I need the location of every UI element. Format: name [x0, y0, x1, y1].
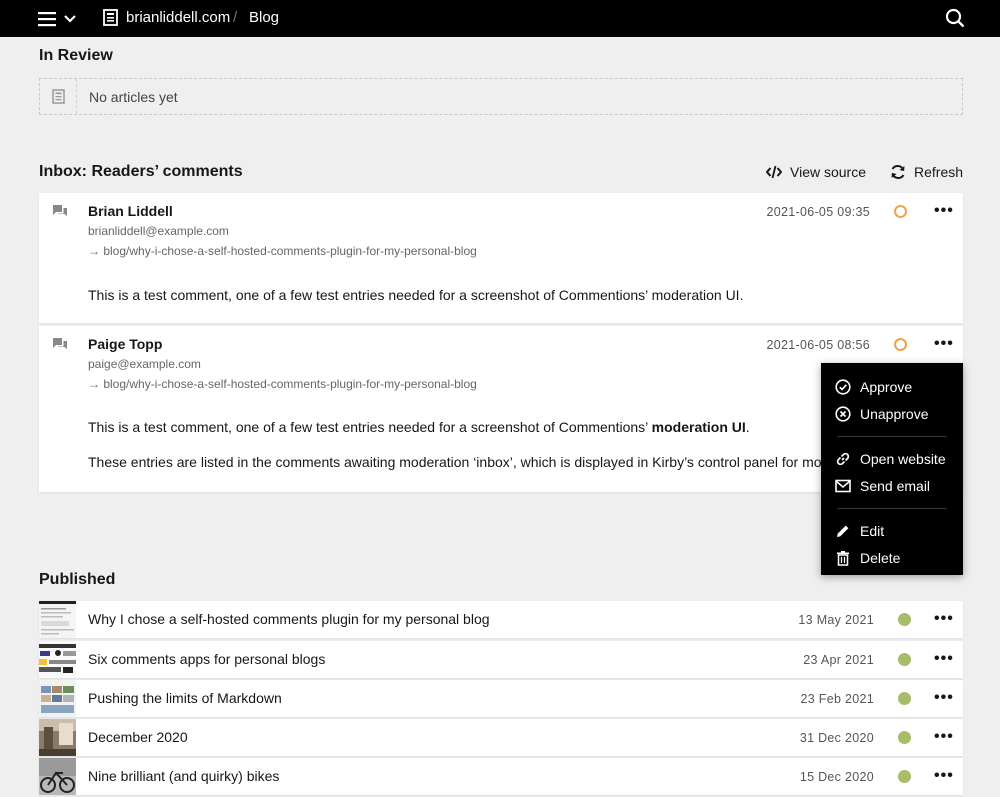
comment-text-second-paragraph: These entries are listed in the comments… — [88, 454, 868, 470]
chat-icon — [53, 205, 67, 216]
check-circle-icon — [835, 379, 851, 395]
top-bar: brianliddell.com / Blog — [0, 0, 1000, 37]
comment-options-dropdown: Approve Unapprove Open website Send emai… — [821, 363, 963, 575]
comment-email[interactable]: brianliddell@example.com — [88, 224, 229, 238]
cancel-circle-icon — [835, 406, 851, 422]
article-date: 23 Feb 2021 — [800, 692, 874, 706]
comment-text: This is a test comment, one of a few tes… — [88, 287, 744, 303]
article-row[interactable]: Six comments apps for personal blogs 23 … — [39, 641, 963, 678]
published-status-icon[interactable] — [898, 653, 911, 666]
pencil-icon — [837, 525, 849, 537]
hamburger-icon — [38, 12, 56, 27]
search-icon[interactable] — [945, 8, 965, 28]
article-thumbnail — [39, 641, 76, 678]
view-source-label: View source — [790, 164, 867, 180]
delete-menu-item[interactable]: Delete — [821, 545, 963, 573]
refresh-button[interactable]: Refresh — [890, 164, 963, 180]
article-options-button[interactable]: ••• — [934, 767, 954, 785]
pending-status-icon[interactable] — [894, 205, 907, 218]
chevron-down-icon — [64, 15, 76, 23]
article-row[interactable]: December 2020 31 Dec 2020 ••• — [39, 719, 963, 756]
breadcrumb-page[interactable]: Blog — [249, 9, 279, 26]
article-date: 23 Apr 2021 — [803, 653, 874, 667]
inbox-title: Inbox: Readers’ comments — [39, 163, 243, 180]
unapprove-menu-item[interactable]: Unapprove — [821, 401, 963, 429]
article-options-button[interactable]: ••• — [934, 610, 954, 628]
published-status-icon[interactable] — [898, 770, 911, 783]
page-icon — [103, 9, 118, 26]
comment-page-link[interactable]: → blog/why-i-chose-a-self-hosted-comment… — [88, 244, 477, 258]
empty-message: No articles yet — [89, 88, 178, 105]
approve-menu-item[interactable]: Approve — [821, 373, 963, 401]
article-thumbnail — [39, 758, 76, 795]
comment-author: Brian Liddell — [88, 203, 173, 219]
in-review-empty: No articles yet — [39, 78, 963, 115]
article-options-button[interactable]: ••• — [934, 689, 954, 707]
published-title: Published — [39, 571, 116, 588]
refresh-icon — [891, 165, 905, 179]
article-title[interactable]: Pushing the limits of Markdown — [88, 690, 282, 706]
link-icon — [836, 452, 850, 465]
article-date: 31 Dec 2020 — [799, 731, 874, 745]
article-row[interactable]: Why I chose a self-hosted comments plugi… — [39, 601, 963, 638]
article-title[interactable]: Why I chose a self-hosted comments plugi… — [88, 611, 490, 627]
article-options-button[interactable]: ••• — [934, 728, 954, 746]
comment-text: This is a test comment, one of a few tes… — [88, 419, 750, 435]
menu-divider — [837, 436, 947, 437]
comment-date: 2021-06-05 09:35 — [766, 205, 870, 219]
published-status-icon[interactable] — [898, 613, 911, 626]
article-title[interactable]: December 2020 — [88, 729, 188, 745]
article-date: 15 Dec 2020 — [799, 770, 874, 784]
published-status-icon[interactable] — [898, 731, 911, 744]
article-title[interactable]: Six comments apps for personal blogs — [88, 651, 325, 667]
article-thumbnail — [39, 680, 76, 717]
article-row[interactable]: Pushing the limits of Markdown 23 Feb 20… — [39, 680, 963, 717]
edit-menu-item[interactable]: Edit — [821, 517, 963, 545]
comment-date: 2021-06-05 08:56 — [766, 338, 870, 352]
view-source-button[interactable]: View source — [766, 164, 866, 180]
comment-page-link[interactable]: → blog/why-i-chose-a-self-hosted-comment… — [88, 377, 477, 391]
page-icon — [51, 89, 65, 104]
published-status-icon[interactable] — [898, 692, 911, 705]
send-email-menu-item[interactable]: Send email — [821, 473, 963, 501]
breadcrumb-site[interactable]: brianliddell.com — [126, 9, 230, 26]
comment-author: Paige Topp — [88, 336, 163, 352]
pending-status-icon[interactable] — [894, 338, 907, 351]
code-icon — [766, 165, 782, 179]
article-thumbnail — [39, 719, 76, 756]
article-row[interactable]: Nine brilliant (and quirky) bikes 15 Dec… — [39, 758, 963, 795]
comment-options-button[interactable]: ••• — [934, 335, 954, 353]
article-thumbnail — [39, 601, 76, 638]
refresh-label: Refresh — [914, 164, 964, 180]
in-review-title: In Review — [39, 47, 113, 64]
trash-icon — [837, 551, 849, 566]
menu-button[interactable] — [38, 9, 80, 29]
menu-divider — [837, 508, 947, 509]
comment-options-button[interactable]: ••• — [934, 202, 954, 220]
article-title[interactable]: Nine brilliant (and quirky) bikes — [88, 768, 279, 784]
comment-card[interactable]: Brian Liddell brianliddell@example.com →… — [39, 193, 963, 323]
chat-icon — [53, 338, 67, 349]
article-options-button[interactable]: ••• — [934, 650, 954, 668]
comment-email[interactable]: paige@example.com — [88, 357, 201, 371]
open-website-menu-item[interactable]: Open website — [821, 445, 963, 473]
breadcrumb-separator: / — [233, 9, 238, 26]
email-icon — [835, 479, 851, 493]
article-date: 13 May 2021 — [798, 613, 874, 627]
